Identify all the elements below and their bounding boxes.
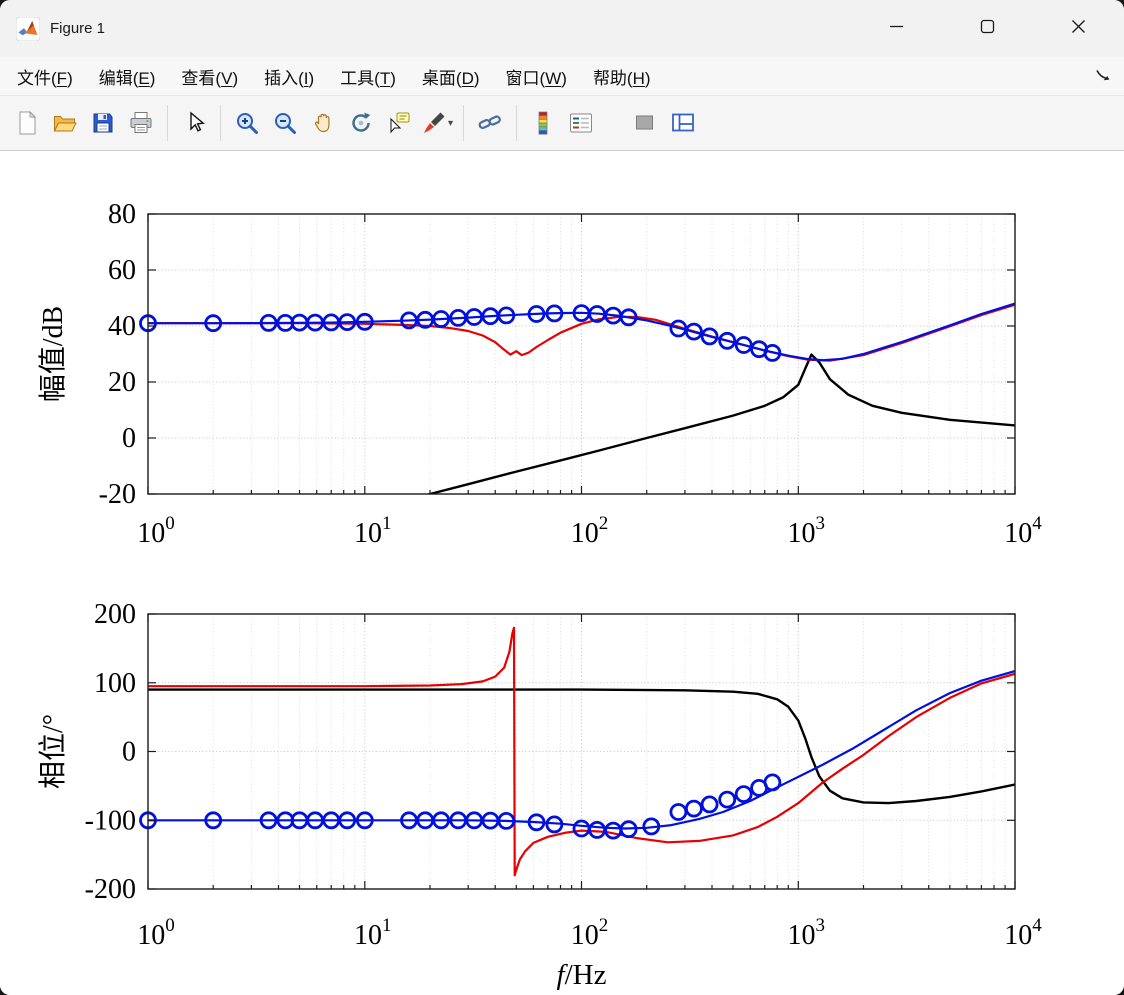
window-title: Figure 1 bbox=[50, 20, 106, 37]
pointer-icon bbox=[181, 110, 207, 136]
x-tick-label: 101 bbox=[354, 513, 392, 549]
data-cursor-icon bbox=[386, 110, 412, 136]
zoom-out-button[interactable] bbox=[267, 104, 303, 142]
y-tick-label: -100 bbox=[85, 805, 136, 836]
hide-plot-tools-button[interactable] bbox=[627, 104, 663, 142]
y-tick-label: -200 bbox=[85, 874, 136, 905]
pan-icon bbox=[310, 110, 336, 136]
brush-icon bbox=[421, 110, 447, 136]
new-figure-icon bbox=[14, 110, 40, 136]
toolbar-separator bbox=[220, 105, 221, 141]
menu-item-v[interactable]: 查看(V) bbox=[168, 59, 251, 94]
dock-arrow-icon[interactable] bbox=[1094, 67, 1112, 85]
matlab-icon bbox=[16, 16, 40, 41]
link-plot-icon bbox=[477, 110, 503, 136]
figure-window: Figure 1 文件(F) 编辑(E) 查看(V) 插入(I) 工具(T) 桌面(D) 窗… bbox=[0, 0, 1124, 995]
y-tick-label: 100 bbox=[94, 668, 136, 699]
x-tick-label: 100 bbox=[137, 915, 175, 951]
phase-plot: 100 101 102 103 104 200 100 0 -100 -200 相位/° f/Hz bbox=[37, 599, 1042, 991]
toolbar: ▾ bbox=[0, 96, 1124, 151]
minimize-button[interactable] bbox=[851, 0, 942, 57]
menu-item-t[interactable]: 工具(T) bbox=[327, 59, 409, 94]
zoom-in-icon bbox=[234, 110, 260, 136]
show-plot-tools-icon bbox=[670, 110, 696, 136]
x-tick-label: 101 bbox=[354, 915, 392, 951]
x-axis-label: f/Hz bbox=[557, 959, 607, 991]
insert-colorbar-icon bbox=[530, 110, 556, 136]
insert-legend-button[interactable] bbox=[563, 104, 599, 142]
insert-legend-icon bbox=[568, 110, 594, 136]
toolbar-separator bbox=[516, 105, 517, 141]
y-axis-label: 相位/° bbox=[37, 714, 69, 789]
toolbar-separator bbox=[463, 105, 464, 141]
minimize-icon bbox=[889, 19, 904, 39]
bode-plot-svg[interactable]: 100 101 102 103 104806040200-20幅值/dB100 101 10… bbox=[0, 151, 1124, 995]
zoom-in-button[interactable] bbox=[229, 104, 265, 142]
menu-item-w[interactable]: 窗口(W) bbox=[493, 59, 580, 94]
figure-canvas: 100 101 102 103 104 80 60 40 20 0 -20 幅值/dB 100 101 10… bbox=[0, 151, 1124, 995]
y-tick-label: 200 bbox=[94, 599, 136, 630]
y-tick-label: 0 bbox=[122, 737, 136, 768]
x-tick-label: 103 bbox=[788, 915, 826, 951]
menu-item-i[interactable]: 插入(I) bbox=[251, 59, 327, 94]
brush-dropdown-caret-icon[interactable]: ▾ bbox=[448, 118, 453, 129]
menubar: 文件(F) 编辑(E) 查看(V) 插入(I) 工具(T) 桌面(D) 窗口(W) 帮助(H) bbox=[0, 57, 1124, 96]
print-figure-icon bbox=[128, 110, 154, 136]
maximize-icon bbox=[980, 19, 995, 39]
magnitude-plot: 100 101 102 103 104 80 60 40 20 0 -20 幅值/dB bbox=[37, 199, 1042, 549]
rotate-3d-button[interactable] bbox=[343, 104, 379, 142]
link-plot-button[interactable] bbox=[472, 104, 508, 142]
x-tick-label: 104 bbox=[1004, 915, 1042, 951]
y-tick-label: -20 bbox=[99, 479, 136, 510]
toolbar-separator bbox=[167, 105, 168, 141]
pan-button[interactable] bbox=[305, 104, 341, 142]
close-icon bbox=[1071, 19, 1086, 39]
menu-item-f[interactable]: 文件(F) bbox=[4, 59, 86, 94]
x-tick-label: 103 bbox=[788, 513, 826, 549]
y-tick-label: 0 bbox=[122, 423, 136, 454]
save-figure-button[interactable] bbox=[85, 104, 121, 142]
save-figure-icon bbox=[90, 110, 116, 136]
zoom-out-icon bbox=[272, 110, 298, 136]
maximize-button[interactable] bbox=[942, 0, 1033, 57]
open-file-icon bbox=[52, 110, 78, 136]
menu-item-h[interactable]: 帮助(H) bbox=[580, 59, 664, 94]
show-plot-tools-button[interactable] bbox=[665, 104, 701, 142]
window-controls bbox=[851, 0, 1124, 57]
pointer-button[interactable] bbox=[176, 104, 212, 142]
x-tick-label: 102 bbox=[571, 915, 609, 951]
hide-plot-tools-icon bbox=[632, 110, 658, 136]
print-figure-button[interactable] bbox=[123, 104, 159, 142]
titlebar[interactable]: Figure 1 bbox=[0, 0, 1124, 57]
menu-item-e[interactable]: 编辑(E) bbox=[86, 59, 169, 94]
y-axis-label: 幅值/dB bbox=[37, 306, 69, 402]
rotate-3d-icon bbox=[348, 110, 374, 136]
y-tick-label: 60 bbox=[108, 255, 136, 286]
data-cursor-button[interactable] bbox=[381, 104, 417, 142]
y-tick-label: 80 bbox=[108, 199, 136, 230]
y-tick-label: 40 bbox=[108, 311, 136, 342]
open-file-button[interactable] bbox=[47, 104, 83, 142]
new-figure-button[interactable] bbox=[9, 104, 45, 142]
x-tick-label: 104 bbox=[1004, 513, 1042, 549]
y-tick-label: 20 bbox=[108, 367, 136, 398]
insert-colorbar-button[interactable] bbox=[525, 104, 561, 142]
close-button[interactable] bbox=[1033, 0, 1124, 57]
menu-item-d[interactable]: 桌面(D) bbox=[409, 59, 493, 94]
x-tick-label: 100 bbox=[137, 513, 175, 549]
x-tick-label: 102 bbox=[571, 513, 609, 549]
menu-items: 文件(F) 编辑(E) 查看(V) 插入(I) 工具(T) 桌面(D) 窗口(W) 帮助(H) bbox=[4, 59, 664, 94]
brush-button[interactable]: ▾ bbox=[419, 104, 455, 142]
